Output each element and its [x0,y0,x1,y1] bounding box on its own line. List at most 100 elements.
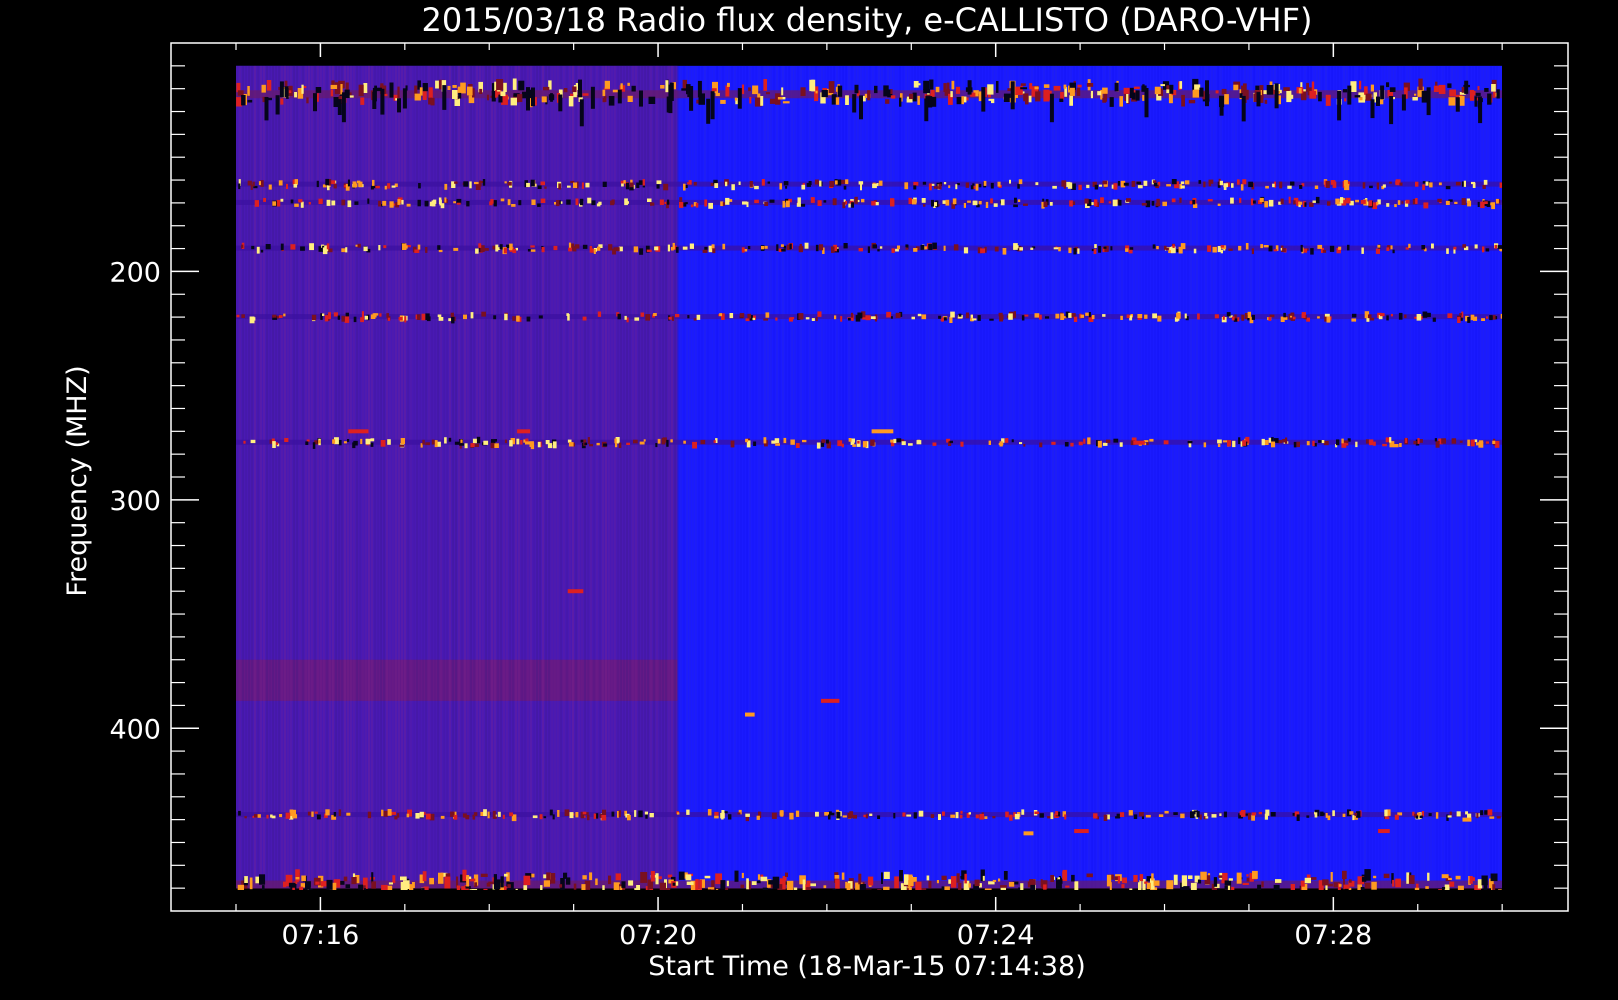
interference-speck [790,439,795,445]
interference-speck [745,438,749,443]
interference-speck [965,312,970,319]
interference-speck [318,440,321,444]
texture-streak [550,65,553,889]
interference-speck [537,441,541,448]
interference-speck [367,811,372,819]
texture-streak [364,65,367,889]
interference-speck [575,198,579,206]
interference-speck [625,182,629,190]
texture-streak [337,65,340,889]
interference-speck [923,204,926,207]
interference-speck [1043,89,1050,102]
texture-streak [829,65,832,889]
interference-speck [850,312,854,318]
interference-speck [608,875,612,885]
interference-speck [749,96,752,104]
interference-speck [1086,184,1090,189]
texture-streak [1459,65,1462,889]
interference-speck [1068,247,1072,254]
texture-streak [481,65,484,889]
texture-streak [472,65,475,889]
interference-speck [1110,246,1113,251]
interference-speck [370,438,375,442]
interference-speck [328,312,331,319]
interference-speck [998,878,1001,882]
interference-speck [499,244,503,250]
interference-speck [250,439,256,444]
interference-speck [1467,813,1472,819]
interference-speck [974,879,980,887]
interference-speck [1223,184,1227,190]
interference-speck [496,79,504,91]
interference-speck [800,87,806,96]
interference-speck [1212,246,1217,253]
interference-speck [312,442,316,449]
interference-speck [745,318,750,322]
interference-speck [1102,314,1106,317]
interference-speck [305,441,309,445]
interference-speck [1017,183,1020,189]
interference-speck [795,443,800,448]
interference-speck [425,442,430,446]
interference-speck [720,99,726,104]
texture-streak [1450,65,1453,889]
interference-speck [1306,815,1310,818]
interference-speck [565,877,571,885]
interference-speck [886,311,892,318]
texture-streak [841,65,844,889]
interference-speck [1497,245,1502,249]
interference-speck [785,200,790,208]
interference-speck [1239,197,1242,203]
interference-speck [440,815,445,819]
interference-speck [324,315,329,322]
interference-speck [1355,199,1359,203]
interference-speck [490,199,494,204]
texture-streak [1009,65,1012,889]
interference-speck [387,317,391,321]
interference-speck [493,200,497,207]
interference-speck [1173,874,1178,885]
interference-speck [625,201,629,204]
interference-speck [990,198,993,204]
interference-speck [549,809,553,816]
interference-speck [938,315,942,319]
interference-speck [1194,84,1201,90]
interference-speck [634,317,640,321]
interference-speck [682,246,688,250]
interference-speck [1176,249,1179,253]
dark-spike [617,89,622,104]
interference-speck [1416,314,1422,321]
interference-speck [1326,316,1331,323]
interference-speck [921,198,926,203]
interference-speck [520,440,523,445]
interference-speck [1199,814,1202,820]
interference-speck [1119,96,1123,107]
interference-speck [1021,315,1025,321]
interference-speck [1157,315,1162,322]
texture-streak [355,65,358,889]
texture-streak [1492,65,1495,889]
texture-streak [1372,65,1375,889]
texture-streak [562,65,565,889]
interference-speck [924,246,928,250]
interference-speck [470,443,475,447]
interference-speck [695,879,699,890]
interference-speck [379,313,382,317]
interference-speck [1103,814,1108,821]
interference-speck [1151,201,1155,206]
texture-streak [811,65,814,889]
texture-streak [316,65,319,889]
interference-speck [934,202,937,207]
interference-speck [890,316,893,319]
interference-speck [970,185,974,190]
texture-streak [1039,65,1042,889]
interference-speck [656,180,662,184]
interference-speck [1071,313,1076,317]
interference-speck [874,85,878,94]
interference-speck [1239,811,1242,816]
interference-speck [238,183,241,190]
interference-speck [905,247,909,250]
interference-speck [572,246,577,252]
interference-speck [495,244,499,252]
interference-speck [1310,248,1314,255]
